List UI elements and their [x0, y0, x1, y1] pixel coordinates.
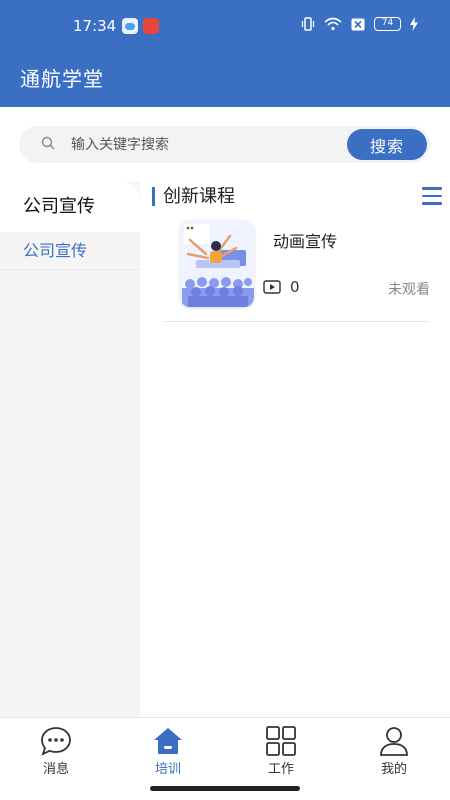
message-icon [41, 727, 71, 756]
watch-status: 未观看 [388, 282, 430, 298]
tab-label: 消息 [42, 762, 69, 777]
status-bar: 17:34 74 [0, 0, 450, 52]
notification-app-icon [143, 18, 159, 34]
tab-messages[interactable]: 消息 [16, 726, 96, 781]
section-header: 创新课程 [152, 185, 442, 209]
search-box: 搜索 [19, 126, 430, 163]
sidebar-heading[interactable]: 公司宣传 [0, 182, 140, 232]
search-area: 搜索 [0, 107, 450, 182]
app-header: 17:34 74 通航学堂 [0, 0, 450, 107]
vibrate-icon [301, 17, 315, 31]
tab-label: 我的 [380, 762, 407, 777]
battery-indicator: 74 [374, 17, 401, 31]
status-indicators: 74 [301, 17, 418, 31]
tab-label: 培训 [154, 762, 181, 777]
sidebar-item-company-promo[interactable]: 公司宣传 [0, 232, 140, 270]
menu-icon[interactable] [422, 187, 442, 205]
home-indicator [150, 786, 300, 791]
user-icon [380, 727, 408, 756]
course-list-panel: 创新课程 动画宣传 0 未观看 [140, 182, 450, 717]
section-accent-bar [152, 187, 155, 206]
wifi-icon [324, 17, 342, 31]
weather-app-icon [122, 18, 138, 34]
tab-profile[interactable]: 我的 [354, 726, 434, 781]
category-sidebar: 公司宣传 公司宣传 [0, 182, 140, 717]
app-title: 通航学堂 [20, 67, 104, 91]
section-title: 创新课程 [163, 186, 235, 207]
course-thumbnail [180, 220, 254, 307]
charging-icon [410, 17, 418, 31]
grid-icon [266, 726, 296, 756]
home-icon [154, 728, 182, 754]
play-icon [263, 280, 281, 294]
tab-label: 工作 [267, 762, 294, 777]
search-button[interactable]: 搜索 [347, 129, 427, 160]
tab-work[interactable]: 工作 [241, 726, 321, 781]
tab-training[interactable]: 培训 [128, 726, 208, 781]
search-icon [41, 136, 55, 150]
status-time: 17:34 [73, 17, 117, 35]
course-title: 动画宣传 [273, 232, 338, 251]
sim-off-icon [351, 18, 365, 30]
view-count: 0 [290, 278, 300, 296]
search-input[interactable] [71, 126, 331, 163]
course-item[interactable]: 动画宣传 0 未观看 [164, 220, 430, 322]
